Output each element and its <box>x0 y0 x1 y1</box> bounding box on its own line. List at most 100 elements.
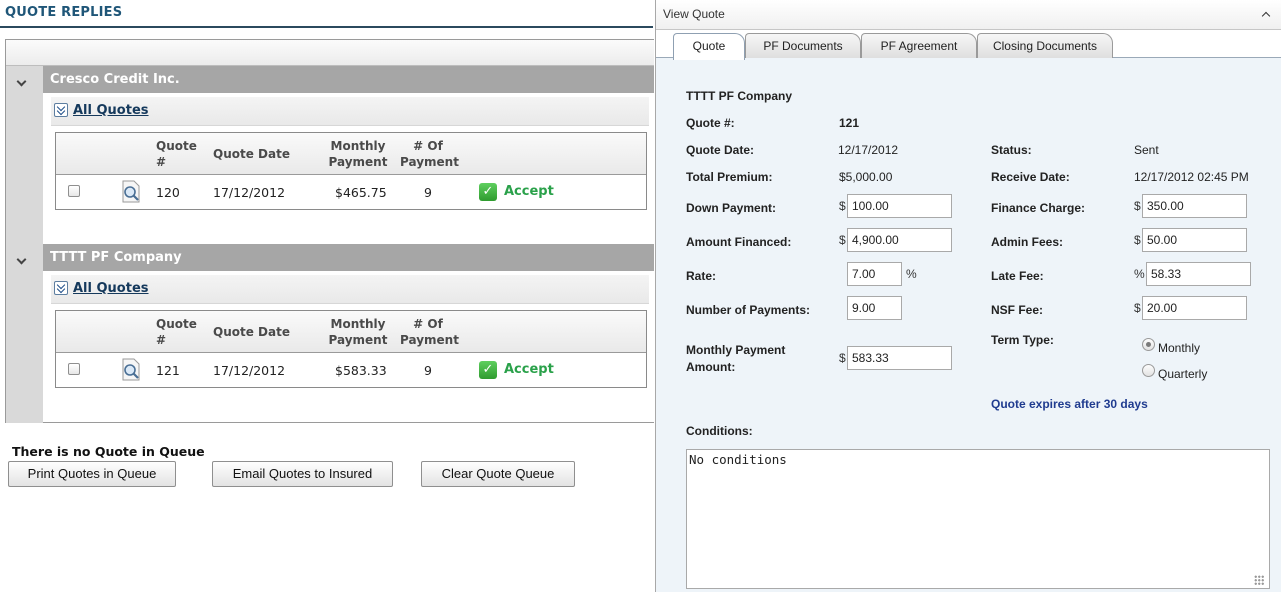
print-quotes-button[interactable]: Print Quotes in Queue <box>8 461 176 487</box>
percent-symbol: % <box>906 267 917 281</box>
group-gutter <box>6 66 43 423</box>
currency-symbol: $ <box>839 233 846 247</box>
panel-title: QUOTE REPLIES <box>5 5 123 20</box>
monthly-payment-input[interactable] <box>847 346 952 370</box>
all-quotes-link[interactable]: All Quotes <box>73 103 149 118</box>
monthly-payment: $583.33 <box>335 363 387 378</box>
col-num-payment: # Of Payment <box>400 317 459 347</box>
down-payment-input[interactable] <box>847 194 952 218</box>
quote-date: 17/12/2012 <box>213 363 286 378</box>
term-monthly-label[interactable]: Monthly <box>1158 341 1200 355</box>
expand-double-chevron-icon[interactable] <box>54 103 68 117</box>
status-value: Sent <box>1134 143 1159 157</box>
term-quarterly-radio[interactable] <box>1142 364 1155 377</box>
col-num-payment: # Of Payment <box>400 139 459 169</box>
queue-status-message: There is no Quote in Queue <box>12 444 205 459</box>
status-label: Status: <box>991 143 1032 157</box>
currency-symbol: $ <box>1134 301 1141 315</box>
tab-bar: Quote PF Documents PF Agreement Closing … <box>656 30 1281 60</box>
col-quote-date: Quote Date <box>213 325 290 339</box>
currency-symbol: $ <box>1134 233 1141 247</box>
all-quotes-link[interactable]: All Quotes <box>73 281 149 296</box>
accept-button[interactable]: Accept <box>504 362 554 377</box>
row-checkbox[interactable] <box>68 185 80 197</box>
col-quote-date: Quote Date <box>213 147 290 161</box>
resize-grip-icon[interactable] <box>1254 575 1264 585</box>
chevron-down-icon[interactable] <box>16 77 28 89</box>
col-monthly-payment: Monthly Payment <box>328 139 388 169</box>
all-quotes-row: All Quotes <box>51 97 649 126</box>
checkmark-icon[interactable]: ✓ <box>479 361 497 379</box>
panel-title: View Quote <box>663 7 725 21</box>
receive-date-label: Receive Date: <box>991 170 1070 184</box>
num-payments-label: Number of Payments: <box>686 303 811 317</box>
magnifier-document-icon[interactable] <box>120 358 142 382</box>
container-toolbar <box>6 40 654 66</box>
late-fee-label: Late Fee: <box>991 269 1044 283</box>
tab-pf-documents[interactable]: PF Documents <box>745 33 861 59</box>
currency-symbol: $ <box>839 351 846 365</box>
magnifier-document-icon[interactable] <box>120 180 142 204</box>
total-premium-label: Total Premium: <box>686 170 773 184</box>
percent-symbol: % <box>1134 267 1145 281</box>
num-payments-input[interactable] <box>847 296 902 320</box>
chevron-down-icon[interactable] <box>16 255 28 267</box>
rate-label: Rate: <box>686 269 717 283</box>
late-fee-input[interactable] <box>1146 262 1251 286</box>
quote-number: 121 <box>156 363 180 378</box>
conditions-textarea[interactable]: No conditions <box>686 449 1270 589</box>
quotes-table: Quote # Quote Date Monthly Payment # Of … <box>55 310 647 388</box>
quotes-table: Quote # Quote Date Monthly Payment # Of … <box>55 132 647 210</box>
panel-header: View Quote <box>656 0 1281 30</box>
quote-number: 120 <box>156 185 180 200</box>
admin-fees-input[interactable] <box>1142 228 1247 252</box>
rate-input[interactable] <box>847 262 902 286</box>
table-header: Quote # Quote Date Monthly Payment # Of … <box>56 133 646 175</box>
monthly-payment-label-2: Amount: <box>686 360 736 374</box>
quote-num-label: Quote #: <box>686 116 735 130</box>
col-monthly-payment: Monthly Payment <box>328 317 388 347</box>
monthly-payment: $465.75 <box>335 185 387 200</box>
quote-details: TTTT PF Company Quote #: 121 Quote Date:… <box>656 58 1281 592</box>
quote-date: 17/12/2012 <box>213 185 286 200</box>
total-premium-value: $5,000.00 <box>839 170 893 184</box>
quote-date-label: Quote Date: <box>686 143 755 157</box>
company-header-tttt[interactable]: TTTT PF Company <box>43 244 654 271</box>
tab-pf-agreement[interactable]: PF Agreement <box>861 33 977 59</box>
table-row: 120 17/12/2012 $465.75 9 ✓ Accept <box>56 175 646 209</box>
table-row: 121 17/12/2012 $583.33 9 ✓ Accept <box>56 353 646 387</box>
company-header-cresco[interactable]: Cresco Credit Inc. <box>43 66 654 93</box>
quote-replies-panel: QUOTE REPLIES Cresco Credit Inc. All Quo… <box>0 0 655 592</box>
all-quotes-row: All Quotes <box>51 275 649 304</box>
amount-financed-label: Amount Financed: <box>686 235 792 249</box>
row-checkbox[interactable] <box>68 363 80 375</box>
table-header: Quote # Quote Date Monthly Payment # Of … <box>56 311 646 353</box>
finance-charge-label: Finance Charge: <box>991 201 1086 215</box>
tab-quote[interactable]: Quote <box>673 33 745 60</box>
monthly-payment-label: Monthly Payment <box>686 343 786 357</box>
email-quotes-button[interactable]: Email Quotes to Insured <box>212 461 393 487</box>
clear-queue-button[interactable]: Clear Quote Queue <box>421 461 575 487</box>
companies-container: Cresco Credit Inc. All Quotes Quote # Qu… <box>5 39 654 423</box>
tab-closing-documents[interactable]: Closing Documents <box>977 33 1113 59</box>
col-quote-num: Quote # <box>156 317 197 347</box>
amount-financed-input[interactable] <box>847 228 952 252</box>
term-monthly-radio[interactable] <box>1142 338 1155 351</box>
term-quarterly-label[interactable]: Quarterly <box>1158 367 1207 381</box>
payment-count: 9 <box>424 363 432 378</box>
payment-count: 9 <box>424 185 432 200</box>
quote-expiry-notice: Quote expires after 30 days <box>991 397 1148 411</box>
term-type-label: Term Type: <box>991 333 1054 347</box>
conditions-label: Conditions: <box>686 424 753 438</box>
checkmark-icon[interactable]: ✓ <box>479 183 497 201</box>
expand-double-chevron-icon[interactable] <box>54 281 68 295</box>
accept-button[interactable]: Accept <box>504 184 554 199</box>
finance-charge-input[interactable] <box>1142 194 1247 218</box>
down-payment-label: Down Payment: <box>686 201 777 215</box>
nsf-fee-input[interactable] <box>1142 296 1247 320</box>
nsf-fee-label: NSF Fee: <box>991 303 1044 317</box>
currency-symbol: $ <box>839 199 846 213</box>
title-divider <box>0 26 653 28</box>
chevron-up-icon[interactable] <box>1262 10 1272 20</box>
quote-date-value: 12/17/2012 <box>838 143 899 157</box>
